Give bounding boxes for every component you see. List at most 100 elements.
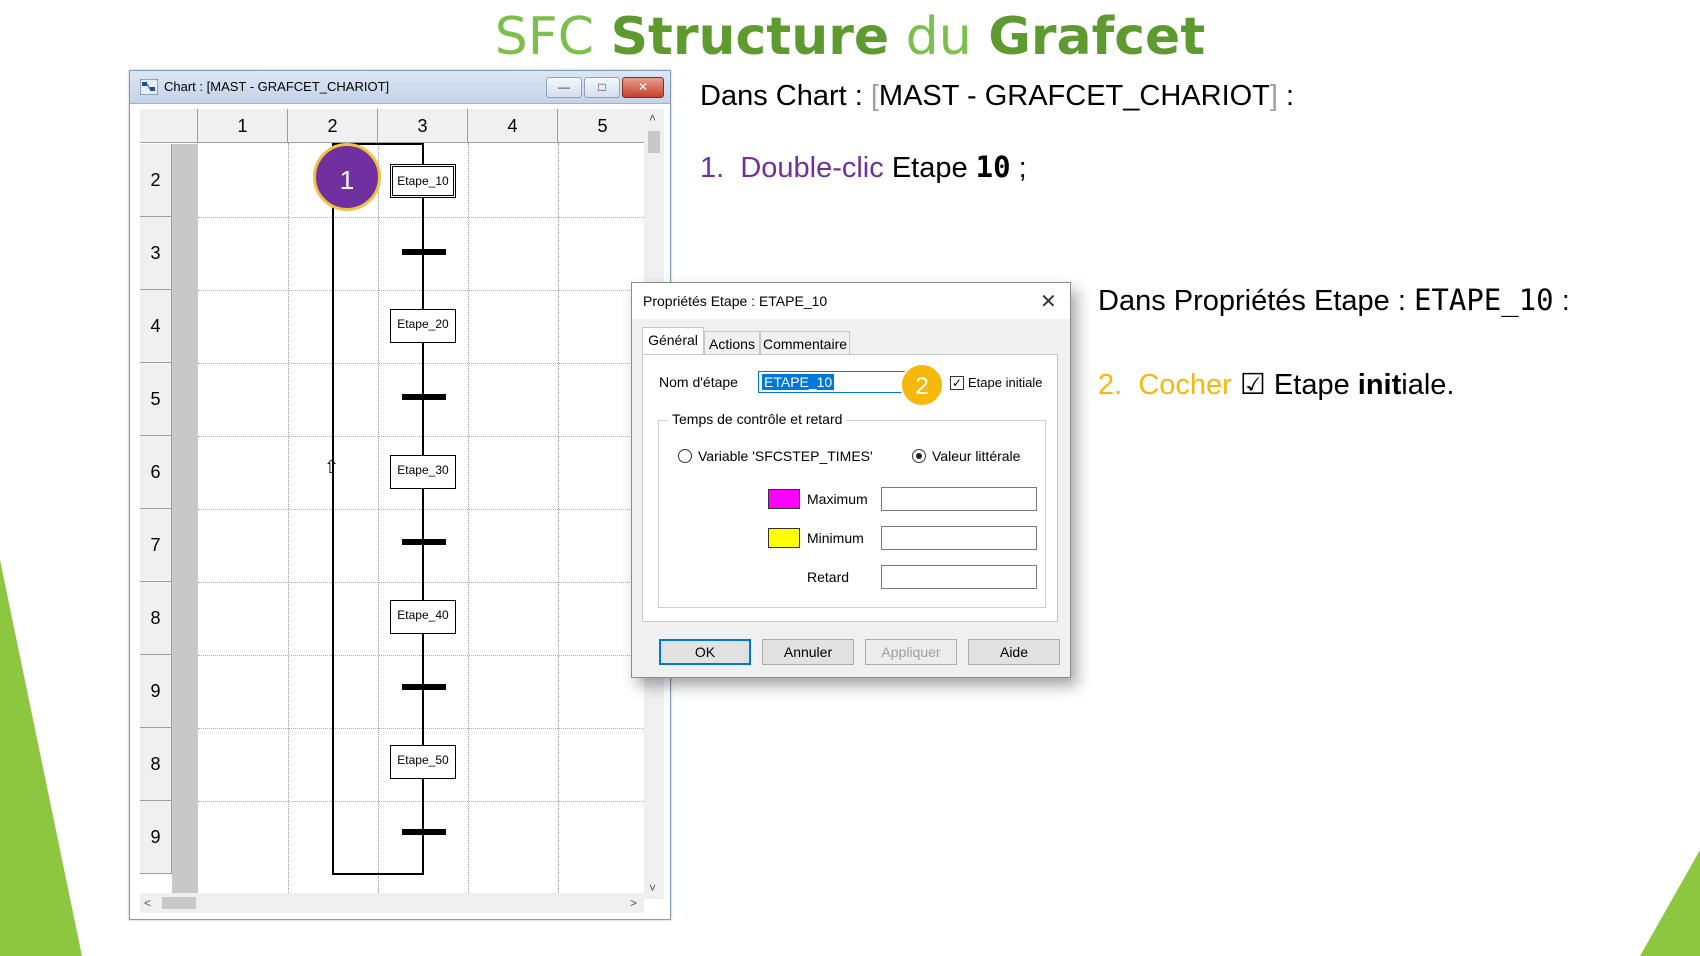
column-header: 3 [378,109,468,143]
radio-variable[interactable] [678,449,692,463]
step-name-input[interactable]: ETAPE_10 [758,371,906,393]
minimize-button[interactable]: — [546,77,582,98]
chart-window-title: Chart : [MAST - GRAFCET_CHARIOT] [164,79,390,94]
step-1-value: 10 [975,150,1011,184]
title-structure: Structure [610,7,890,67]
maximize-button[interactable]: □ [584,77,620,98]
instruction-chart-prefix: Dans Chart : [700,80,871,112]
step-name-label: Nom d'étape [659,374,738,390]
ok-button[interactable]: OK [659,639,751,665]
step-2-check-text: ☑ Etape [1231,369,1358,401]
grid-line [558,143,559,899]
loop-wire-bottom [332,873,424,875]
tab-comment[interactable]: Commentaire [760,331,850,355]
step-number-badge-2: 2 [900,363,944,407]
instruction-properties-prefix: Dans Propriétés Etape : [1098,285,1414,317]
grid-line [468,143,469,899]
title-sfc: SFC [494,7,611,67]
bracket-close: ] [1269,80,1278,112]
grid-line [378,143,379,899]
vertical-scroll-thumb[interactable] [648,131,660,153]
row-header: 8 [140,728,172,801]
step-1-action: Double-clic [740,152,884,184]
scroll-right-icon[interactable]: > [630,896,637,910]
transition[interactable] [402,394,446,400]
apply-button[interactable]: Appliquer [865,639,957,665]
sfc-chart-canvas[interactable]: 1 2 3 4 5 2 3 4 5 6 7 8 9 8 9 ⇧ Etape_10… [140,109,656,899]
instruction-chart-value: MAST - GRAFCET_CHARIOT [878,80,1270,112]
title-grafcet: Grafcet [988,7,1206,67]
row-header: 3 [140,217,172,290]
grid-line [288,143,289,899]
minimum-label: Minimum [807,530,864,546]
instruction-properties-line: Dans Propriétés Etape : ETAPE_10 : [1098,283,1570,318]
timing-group-title: Temps de contrôle et retard [668,411,847,427]
cancel-button[interactable]: Annuler [762,639,854,665]
bracket-open: [ [870,80,879,112]
maximum-input[interactable] [881,487,1037,511]
scroll-down-icon[interactable]: ˅ [649,881,656,895]
horizontal-scroll-thumb[interactable] [162,897,196,909]
step-2-number: 2. [1098,369,1123,401]
loop-wire-back [332,143,334,875]
delay-input[interactable] [881,565,1037,589]
row-header: 4 [140,290,172,363]
radio-literal[interactable] [912,449,926,463]
chart-app-icon [140,79,158,95]
transition[interactable] [402,684,446,690]
step-1-text: Etape [883,152,976,184]
close-button[interactable]: ✕ [622,77,664,98]
step-2-suffix: iale. [1401,369,1455,401]
instruction-properties-value: ETAPE_10 [1413,283,1554,317]
maximum-label: Maximum [807,491,868,507]
decor-left-triangle [0,560,82,956]
chart-titlebar: Chart : [MAST - GRAFCET_CHARIOT] — □ ✕ [130,71,670,104]
row-header: 7 [140,509,172,582]
column-header: 2 [288,109,378,143]
instruction-chart-line: Dans Chart : [MAST - GRAFCET_CHARIOT] : [700,80,1294,113]
step-etape-40[interactable]: Etape_40 [390,600,456,634]
title-du: du [889,7,989,67]
decor-right-triangle [1640,850,1700,956]
slide-title: SFC Structure du Grafcet [0,2,1700,72]
link-arrow-icon: ⇧ [324,457,340,477]
row-header: 9 [140,655,172,728]
row-header: 9 [140,801,172,874]
radio-literal-label: Valeur littérale [932,448,1021,464]
step-etape-30[interactable]: Etape_30 [390,455,456,489]
help-button[interactable]: Aide [968,639,1060,665]
scroll-up-icon[interactable]: ˄ [649,111,656,125]
maximum-color-swatch [768,489,800,509]
transition[interactable] [402,539,446,545]
horizontal-scrollbar[interactable]: < > [140,893,644,913]
minimum-color-swatch [768,528,800,548]
step-2-action: Cocher [1138,369,1232,401]
chart-window: Chart : [MAST - GRAFCET_CHARIOT] — □ ✕ 1… [129,70,671,920]
dialog-close-icon[interactable]: ✕ [1040,289,1057,314]
row-header: 2 [140,144,172,217]
instruction-properties-suffix: : [1553,285,1570,317]
scroll-left-icon[interactable]: < [144,896,151,910]
step-etape-50[interactable]: Etape_50 [390,745,456,779]
transition[interactable] [402,829,446,835]
row-header: 8 [140,582,172,655]
step-1-number: 1. [700,152,725,184]
grid-margin-strip [172,144,198,899]
instruction-chart-suffix: : [1277,80,1295,112]
dialog-titlebar: Propriétés Etape : ETAPE_10 ✕ [632,283,1070,319]
row-header: 6 [140,436,172,509]
transition[interactable] [402,249,446,255]
step-etape-10[interactable]: Etape_10 [390,164,456,198]
tab-actions[interactable]: Actions [704,331,760,355]
step-1-suffix: ; [1010,152,1027,184]
minimum-input[interactable] [881,526,1037,550]
column-header: 1 [198,109,288,143]
initial-step-checkbox[interactable]: ✓ [950,376,964,390]
tab-general[interactable]: Général [642,327,704,355]
step-etape-20[interactable]: Etape_20 [390,309,456,343]
row-header: 5 [140,363,172,436]
step-number-badge-1: 1 [313,143,381,211]
delay-label: Retard [807,569,850,585]
step-name-value: ETAPE_10 [762,374,835,390]
radio-variable-label: Variable 'SFCSTEP_TIMES' [698,448,873,464]
